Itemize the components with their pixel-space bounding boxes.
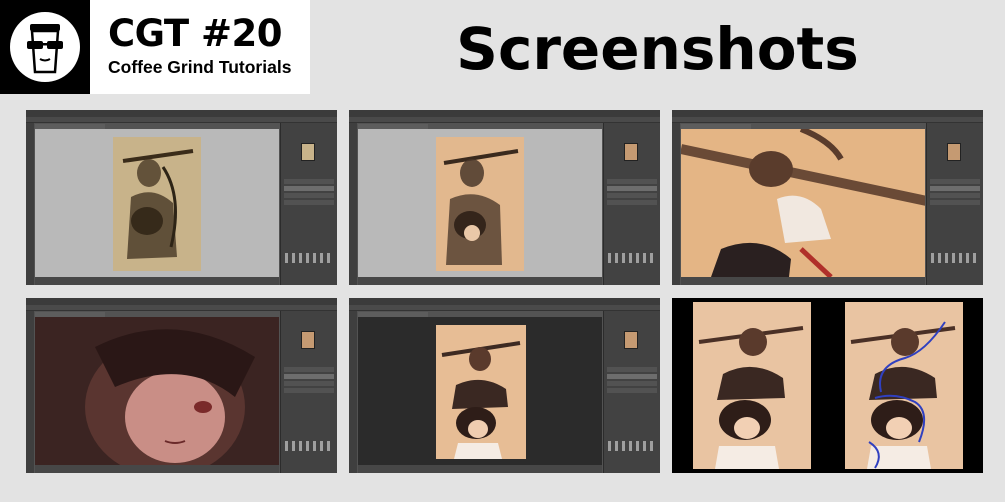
app-menubar [349,110,660,117]
screenshot-zoomed-face-detail[interactable] [26,298,337,473]
layers-panel [280,123,337,285]
screenshot-zoomed-weapon-detail[interactable] [672,110,983,285]
app-menubar [26,110,337,117]
status-bar [358,277,602,285]
canvas-workspace [358,129,602,277]
episode-title: CGT #20 [108,12,282,55]
navigator-thumbnail [301,331,315,349]
canvas-workspace [35,129,279,277]
series-subtitle: Coffee Grind Tutorials [108,57,292,77]
app-menubar [672,110,983,117]
layers-panel [280,311,337,473]
navigator-thumbnail [947,143,961,161]
screenshot-base-color-stage[interactable] [349,110,660,285]
tools-panel [349,123,357,285]
artwork-canvas [436,325,526,459]
artwork-zoomed [681,129,925,277]
screenshot-before-after-comparison[interactable] [672,298,983,473]
tools-panel [26,311,34,473]
page-heading: Screenshots [456,15,859,83]
canvas-workspace [35,317,279,465]
tools-panel [672,123,680,285]
status-bar [358,465,602,473]
navigator-thumbnail [624,143,638,161]
canvas-workspace [358,317,602,465]
artwork-zoomed [35,317,279,465]
screenshot-sketch-stage[interactable] [26,110,337,285]
artwork-after-with-flow-lines [845,302,963,469]
status-bar [681,277,925,285]
tools-panel [349,311,357,473]
coffee-cup-with-sunglasses-icon [10,12,80,82]
brush-presets [608,253,656,263]
artwork-canvas [436,137,524,271]
artwork-canvas [113,137,201,271]
layers-panel [603,311,660,473]
status-bar [35,465,279,473]
title-box: CGT #20 Coffee Grind Tutorials [90,0,310,94]
screenshot-dark-workspace-refinement[interactable] [349,298,660,473]
brush-presets [608,441,656,451]
layers-panel [926,123,983,285]
tools-panel [26,123,34,285]
layers-panel [603,123,660,285]
brush-presets [285,441,333,451]
status-bar [35,277,279,285]
navigator-thumbnail [624,331,638,349]
app-menubar [349,298,660,305]
brush-presets [285,253,333,263]
canvas-workspace [681,129,925,277]
brush-presets [931,253,979,263]
navigator-thumbnail [301,143,315,161]
logo-block [0,0,90,94]
artwork-before [693,302,811,469]
app-menubar [26,298,337,305]
